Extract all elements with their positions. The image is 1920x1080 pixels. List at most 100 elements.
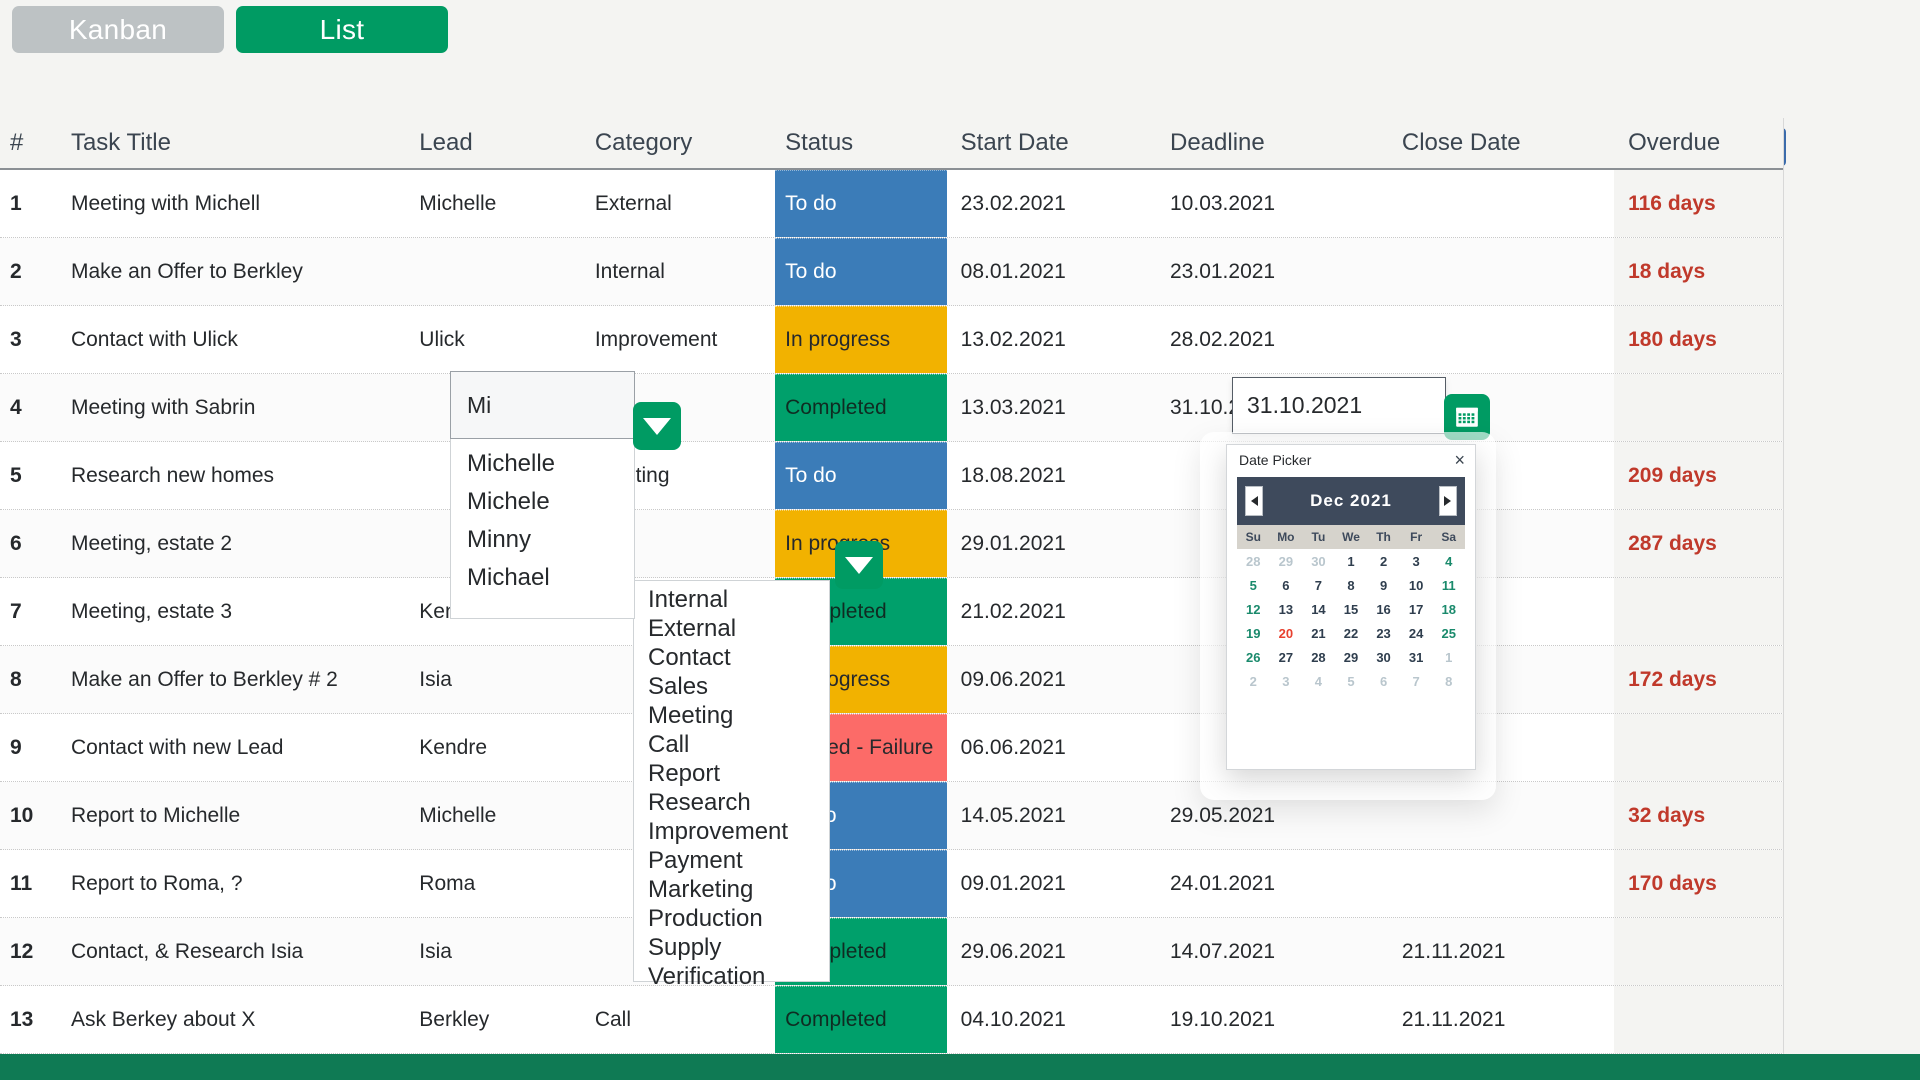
tab-kanban[interactable]: Kanban [12, 6, 224, 53]
cell-lead[interactable]: Isia [405, 646, 581, 713]
calendar-day[interactable]: 22 [1335, 621, 1368, 645]
category-option[interactable]: Meeting [634, 701, 829, 730]
cell-overdue[interactable] [1614, 918, 1784, 985]
cell-start-date[interactable]: 09.06.2021 [947, 646, 1156, 713]
category-option[interactable]: Call [634, 730, 829, 759]
calendar-day[interactable]: 4 [1432, 549, 1465, 573]
cell-start-date[interactable]: 29.01.2021 [947, 510, 1156, 577]
table-row[interactable]: 12 Contact, & Research Isia Isia Completed 2… [0, 918, 1784, 986]
column-header-start-date[interactable]: Start Date [947, 129, 1156, 157]
cell-number[interactable]: 9 [0, 714, 57, 781]
cell-number[interactable]: 1 [0, 170, 57, 237]
calendar-day[interactable]: 27 [1270, 645, 1303, 669]
calendar-day[interactable]: 6 [1367, 669, 1400, 693]
calendar-day[interactable]: 23 [1367, 621, 1400, 645]
table-row[interactable]: 6Meeting, estate 2In progress29.01.20212… [0, 510, 1784, 578]
cell-start-date[interactable]: 08.01.2021 [947, 238, 1156, 305]
column-header-close-date[interactable]: Close Date [1388, 129, 1614, 157]
calendar-day[interactable]: 19 [1237, 621, 1270, 645]
table-row[interactable]: 8 Make an Offer to Berkley # 2 Isia In prog… [0, 646, 1784, 714]
calendar-day[interactable]: 21 [1302, 621, 1335, 645]
cell-overdue[interactable] [1614, 374, 1784, 441]
calendar-day-today[interactable]: 20 [1270, 621, 1303, 645]
cell-close-date[interactable] [1388, 238, 1614, 305]
cell-deadline[interactable]: 28.02.2021 [1156, 306, 1388, 373]
calendar-day[interactable]: 3 [1400, 549, 1433, 573]
cell-deadline[interactable]: 19.10.2021 [1156, 986, 1388, 1053]
calendar-day[interactable]: 14 [1302, 597, 1335, 621]
cell-lead[interactable]: Kendre [405, 714, 581, 781]
calendar-day[interactable]: 5 [1237, 573, 1270, 597]
cell-number[interactable]: 10 [0, 782, 57, 849]
category-option[interactable]: Marketing [634, 875, 829, 904]
cell-task-title[interactable]: Make an Offer to Berkley [57, 238, 405, 305]
lead-option[interactable]: Michael [451, 559, 634, 597]
cell-lead[interactable]: Ulick [405, 306, 581, 373]
deadline-input[interactable]: 31.10.2021 [1232, 377, 1446, 434]
cell-overdue[interactable] [1614, 578, 1784, 645]
cell-number[interactable]: 4 [0, 374, 57, 441]
category-option[interactable]: Supply [634, 933, 829, 962]
cell-overdue[interactable]: 172 days [1614, 646, 1784, 713]
column-header-number[interactable]: # [0, 129, 57, 157]
cell-lead[interactable] [405, 238, 581, 305]
cell-overdue[interactable]: 116 days [1614, 170, 1784, 237]
table-row[interactable]: 5Research new homesMeetingTo do18.08.202… [0, 442, 1784, 510]
table-row[interactable]: 2 Make an Offer to Berkley Internal To do 08… [0, 238, 1784, 306]
cell-close-date[interactable] [1388, 850, 1614, 917]
category-dropdown-toggle-row4[interactable] [633, 402, 681, 450]
cell-lead[interactable]: Michelle [405, 170, 581, 237]
table-row[interactable]: 3 Contact with Ulick Ulick Improvement In pr… [0, 306, 1784, 374]
cell-deadline[interactable]: 14.07.2021 [1156, 918, 1388, 985]
table-row[interactable]: 13 Ask Berkey about X Berkley Call Completed… [0, 986, 1784, 1054]
category-option[interactable]: Contact [634, 643, 829, 672]
category-option[interactable]: Internal [634, 585, 829, 614]
calendar-day[interactable]: 12 [1237, 597, 1270, 621]
table-row[interactable]: 11Report to Roma, ?RomaTo do09.01.202124… [0, 850, 1784, 918]
calendar-day[interactable]: 16 [1367, 597, 1400, 621]
category-option[interactable]: Report [634, 759, 829, 788]
cell-lead[interactable]: Roma [405, 850, 581, 917]
cell-overdue[interactable] [1614, 986, 1784, 1053]
cell-deadline[interactable]: 24.01.2021 [1156, 850, 1388, 917]
cell-task-title[interactable]: Research new homes [57, 442, 405, 509]
lead-option[interactable]: Minny [451, 521, 634, 559]
table-row[interactable]: 10Report to MichelleMichelleTo do14.05.2… [0, 782, 1784, 850]
column-header-status[interactable]: Status [775, 129, 947, 157]
cell-overdue[interactable]: 170 days [1614, 850, 1784, 917]
cell-task-title[interactable]: Ask Berkey about X [57, 986, 405, 1053]
calendar-day[interactable]: 13 [1270, 597, 1303, 621]
cell-start-date[interactable]: 21.02.2021 [947, 578, 1156, 645]
cell-number[interactable]: 3 [0, 306, 57, 373]
cell-status[interactable]: Completed [775, 374, 947, 441]
calendar-day[interactable]: 28 [1302, 645, 1335, 669]
cell-close-date[interactable]: 21.11.2021 [1388, 918, 1614, 985]
cell-status[interactable]: In progress [775, 306, 947, 373]
category-option[interactable]: Research [634, 788, 829, 817]
cell-task-title[interactable]: Report to Roma, ? [57, 850, 405, 917]
cell-task-title[interactable]: Contact with new Lead [57, 714, 405, 781]
cell-status[interactable]: Completed [775, 986, 947, 1053]
cell-category[interactable]: Improvement [581, 306, 775, 373]
column-header-overdue[interactable]: Overdue [1614, 129, 1784, 157]
cell-start-date[interactable]: 29.06.2021 [947, 918, 1156, 985]
calendar-day[interactable]: 28 [1237, 549, 1270, 573]
calendar-day[interactable]: 8 [1432, 669, 1465, 693]
calendar-day[interactable]: 7 [1302, 573, 1335, 597]
calendar-day[interactable]: 24 [1400, 621, 1433, 645]
cell-lead[interactable]: Michelle [405, 782, 581, 849]
cell-number[interactable]: 7 [0, 578, 57, 645]
cell-number[interactable]: 2 [0, 238, 57, 305]
calendar-day[interactable]: 30 [1367, 645, 1400, 669]
cell-overdue[interactable]: 18 days [1614, 238, 1784, 305]
calendar-day[interactable]: 4 [1302, 669, 1335, 693]
cell-number[interactable]: 11 [0, 850, 57, 917]
category-dropdown-toggle-row6[interactable] [835, 541, 883, 589]
calendar-day[interactable]: 2 [1367, 549, 1400, 573]
cell-overdue[interactable] [1614, 714, 1784, 781]
cell-start-date[interactable]: 13.02.2021 [947, 306, 1156, 373]
cell-task-title[interactable]: Meeting, estate 3 [57, 578, 405, 645]
cell-start-date[interactable]: 04.10.2021 [947, 986, 1156, 1053]
cell-close-date[interactable] [1388, 306, 1614, 373]
calendar-day[interactable]: 18 [1432, 597, 1465, 621]
